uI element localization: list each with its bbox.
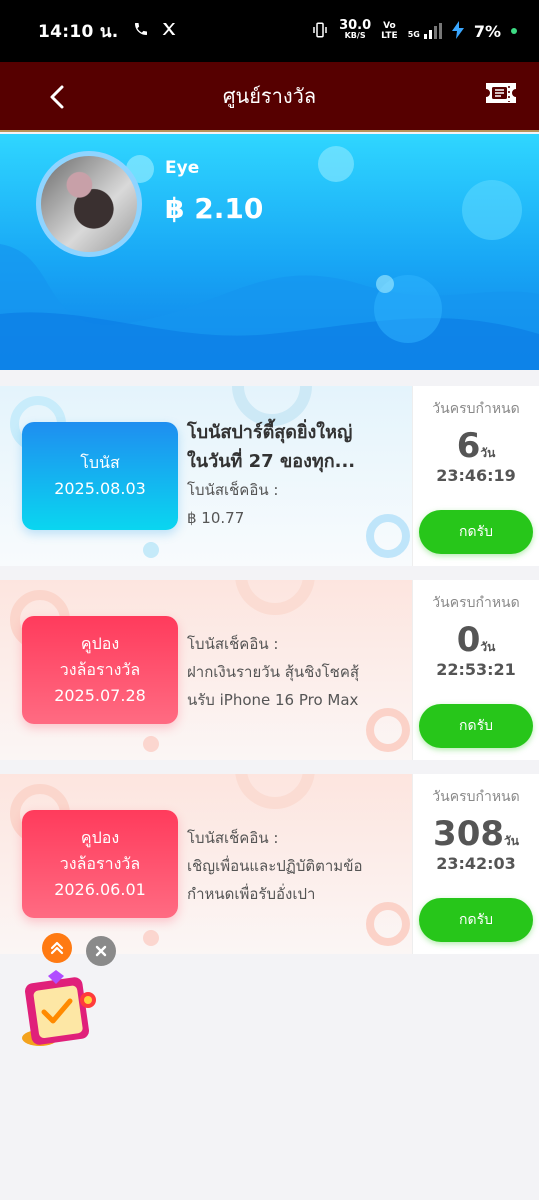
ring-decoration [235, 774, 315, 809]
due-label: วันครบกำหนด [432, 595, 520, 611]
battery-percent: 7% [473, 21, 501, 41]
due-label: วันครบกำหนด [432, 789, 520, 805]
reward-card: คูปอง วงล้อรางวัล 2025.07.28 โบนัสเช็คอิ… [0, 580, 539, 760]
reward-desc: เชิญเพื่อนและปฏิบัติตามข้อ [187, 857, 363, 875]
countdown-time: 22:53:21 [436, 660, 516, 679]
ring-decoration [366, 902, 410, 946]
signal-icon: 5G [408, 23, 442, 39]
status-time: 14:10 น. [38, 21, 119, 42]
reward-details: โบนัสเช็คอิน : ฝากเงินรายวัน สุ้นชิงโชคส… [187, 630, 402, 714]
reward-title: โบนัสปาร์ตี้สุดยิ่งใหญ่ ในวันที่ 27 ของท… [187, 422, 356, 472]
days-remaining: 0วัน [456, 620, 496, 660]
checkin-gift-widget[interactable] [18, 968, 104, 1050]
reward-details: โบนัสปาร์ตี้สุดยิ่งใหญ่ ในวันที่ 27 ของท… [187, 418, 402, 532]
chevron-left-icon [50, 85, 64, 109]
privacy-dot [511, 28, 517, 34]
volte-indicator: Vo LTE [381, 21, 398, 41]
expand-widget-button[interactable] [42, 933, 72, 963]
network-speed: 30.0 KB/S [339, 18, 372, 40]
ticket-icon [486, 83, 516, 103]
reward-details: โบนัสเช็คอิน : เชิญเพื่อนและปฏิบัติตามข้… [187, 824, 402, 908]
vibrate-icon [311, 21, 329, 42]
reward-type-badge: โบนัส 2025.08.03 [22, 422, 178, 530]
days-remaining: 6วัน [456, 426, 496, 466]
claim-button[interactable]: กดรับ [419, 898, 533, 942]
bubble-decoration [143, 736, 159, 752]
reward-type-badge: คูปอง วงล้อรางวัล 2026.06.01 [22, 810, 178, 918]
page-title: ศูนย์รางวัล [222, 84, 317, 108]
due-panel: วันครบกำหนด 308วัน 23:42:03 กดรับ [413, 774, 539, 954]
reward-desc: ฝากเงินรายวัน สุ้นชิงโชคสุ้ [187, 663, 360, 681]
due-label: วันครบกำหนด [432, 401, 520, 417]
profile-banner: Eye ฿ 2.10 [0, 134, 539, 370]
phone-icon [133, 21, 149, 41]
coupon-history-button[interactable] [483, 78, 519, 108]
days-remaining: 308วัน [433, 814, 519, 854]
due-panel: วันครบกำหนด 6วัน 23:46:19 กดรับ [413, 386, 539, 566]
avatar-ring [36, 151, 142, 257]
x-logo-icon [161, 21, 177, 41]
claim-button[interactable]: กดรับ [419, 704, 533, 748]
reward-desc: กำหนดเพื่อรับอั่งเปา [187, 885, 316, 903]
reward-card: คูปอง วงล้อรางวัล 2026.06.01 โบนัสเช็คอิ… [0, 774, 539, 954]
bubble-decoration [143, 542, 159, 558]
user-name: Eye [165, 158, 200, 178]
reward-desc: นรับ iPhone 16 Pro Max [187, 691, 359, 709]
reward-type-badge: คูปอง วงล้อรางวัล 2025.07.28 [22, 616, 178, 724]
countdown-time: 23:42:03 [436, 854, 516, 873]
bubble-decoration [143, 930, 159, 946]
close-icon [95, 945, 107, 957]
checkin-gift-icon [22, 970, 96, 1046]
claim-button[interactable]: กดรับ [419, 510, 533, 554]
double-chevron-up-icon [50, 941, 64, 955]
due-panel: วันครบกำหนด 0วัน 22:53:21 กดรับ [413, 580, 539, 760]
reward-desc: โบนัสเช็คอิน : [187, 829, 279, 847]
close-widget-button[interactable] [86, 936, 116, 966]
charging-icon [451, 20, 464, 42]
avatar[interactable] [41, 156, 137, 252]
reward-desc: โบนัสเช็คอิน : [187, 635, 279, 653]
reward-card: โบนัส 2025.08.03 โบนัสปาร์ตี้สุดยิ่งใหญ่… [0, 386, 539, 566]
back-button[interactable] [42, 82, 72, 112]
ring-decoration [235, 580, 315, 615]
reward-desc: โบนัสเช็คอิน : [187, 481, 279, 499]
countdown-time: 23:46:19 [436, 466, 516, 485]
reward-amount: ฿ 10.77 [187, 509, 245, 527]
ring-decoration [366, 708, 410, 752]
wallet-balance: ฿ 2.10 [165, 192, 264, 225]
top-app-bar: ศูนย์รางวัล [0, 62, 539, 132]
status-bar: 14:10 น. 30.0 KB/S Vo LTE 5G 7% [0, 0, 539, 62]
